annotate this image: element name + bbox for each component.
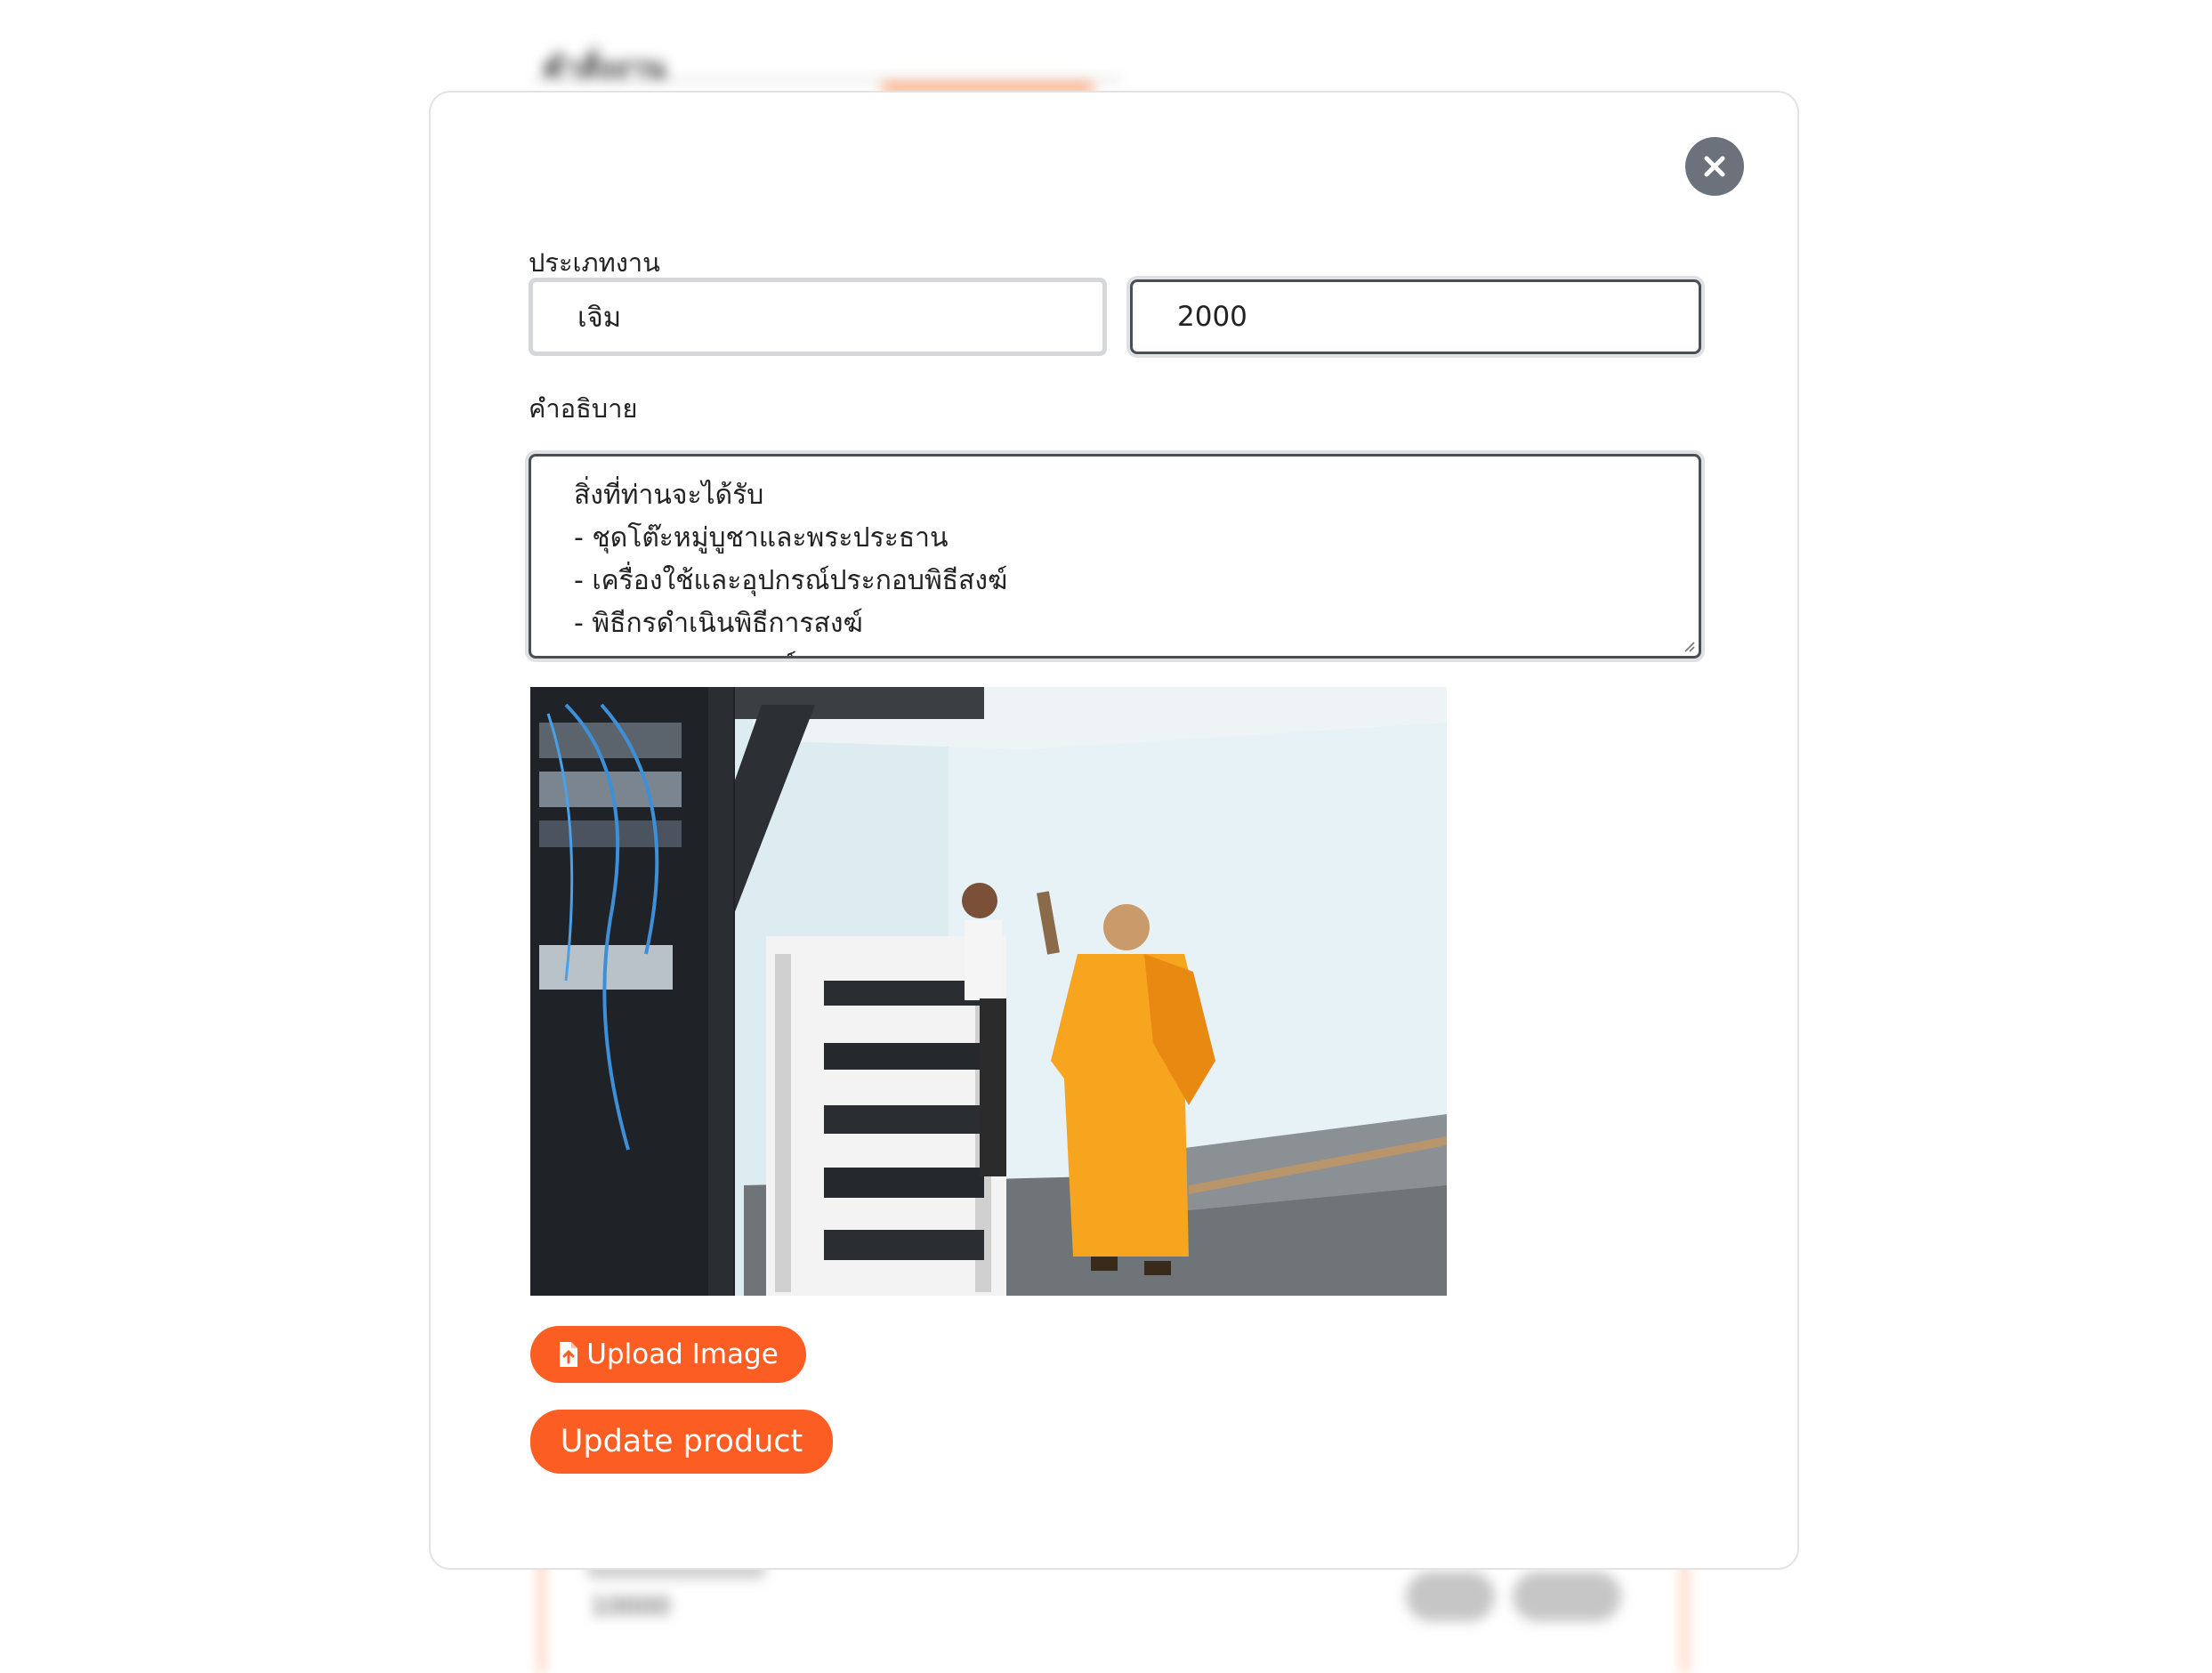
price-value: 2000 xyxy=(1177,301,1247,333)
update-product-button[interactable]: Update product xyxy=(530,1410,833,1474)
background-button-2 xyxy=(1513,1572,1621,1621)
upload-image-button[interactable]: Upload Image xyxy=(530,1326,806,1383)
description-line: - ของถวายพระสงฆ์ xyxy=(574,645,1699,656)
description-line: - พิธีกรดำเนินพิธีการสงฆ์ xyxy=(574,608,863,639)
update-product-label: Update product xyxy=(560,1424,803,1459)
category-input[interactable]: เจิม xyxy=(529,278,1107,356)
close-icon xyxy=(1704,156,1725,177)
description-line: สิ่งที่ท่านจะได้รับ xyxy=(574,480,764,511)
background-card-text: 10000 xyxy=(591,1591,671,1620)
background-button-1 xyxy=(1406,1572,1495,1621)
price-input[interactable]: 2000 xyxy=(1130,279,1701,354)
category-value: เจิม xyxy=(577,302,622,334)
close-button[interactable] xyxy=(1685,137,1744,196)
description-textarea[interactable]: สิ่งที่ท่านจะได้รับ - ชุดโต๊ะหมู่บูชาและ… xyxy=(529,454,1701,659)
upload-image-label: Upload Image xyxy=(586,1338,779,1370)
file-upload-icon xyxy=(560,1342,578,1367)
description-line: - ชุดโต๊ะหมู่บูชาและพระประธาน xyxy=(574,522,949,554)
description-label: คำอธิบาย xyxy=(529,393,638,424)
edit-product-modal: ประเภทงาน เจิม 2000 คำอธิบาย สิ่งที่ท่าน… xyxy=(429,91,1799,1570)
product-image xyxy=(530,687,1447,1296)
description-line: - เครื่องใช้และอุปกรณ์ประกอบพิธีสงฆ์ xyxy=(574,565,1008,596)
resize-grip-icon[interactable] xyxy=(1681,638,1695,652)
